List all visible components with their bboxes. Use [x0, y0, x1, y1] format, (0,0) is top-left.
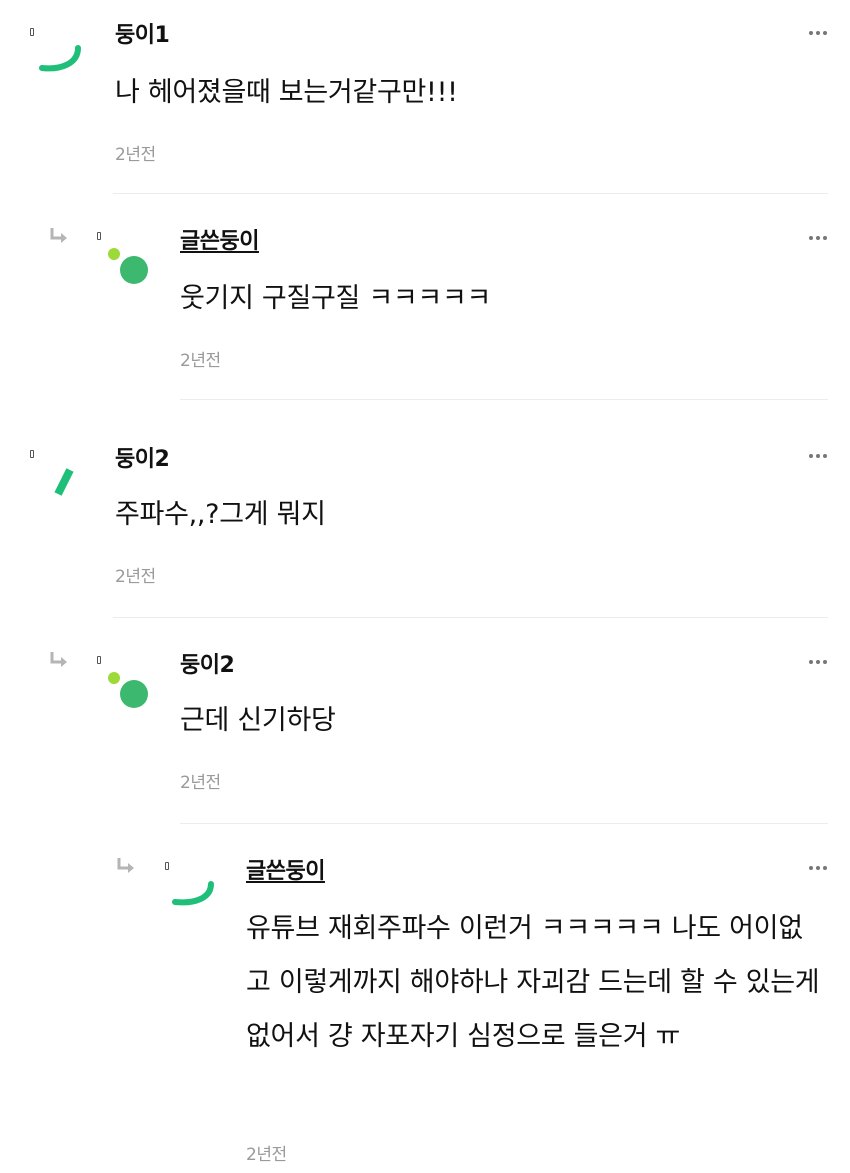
more-options-icon[interactable] [808, 235, 828, 241]
profile-badge-icon [97, 656, 101, 664]
comment-item: 둥이2 주파수,,?그게 뭐지 2년전 [0, 400, 850, 618]
more-options-icon[interactable] [808, 865, 828, 871]
avatar[interactable] [165, 864, 225, 924]
comment-time: 2년전 [115, 145, 156, 165]
reply-item: 글쓴둥이 유튜브 재회주파수 이런거 ㅋㅋㅋㅋㅋ 나도 어이없고 이렇게까지 해… [0, 824, 850, 1173]
avatar[interactable] [100, 240, 160, 300]
more-options-icon[interactable] [808, 30, 828, 36]
more-options-icon[interactable] [808, 659, 828, 665]
comment-text: 나 헤어졌을때 보는거같구만!!! [115, 77, 458, 108]
comment-text: 웃기지 구질구질 ㅋㅋㅋㅋㅋ [180, 283, 492, 314]
comment-text: 주파수,,?그게 뭐지 [115, 499, 326, 530]
more-options-icon[interactable] [808, 453, 828, 459]
avatar[interactable] [30, 452, 90, 512]
reply-arrow-icon [50, 228, 67, 243]
comment-author[interactable]: 글쓴둥이 [246, 858, 325, 886]
comment-author[interactable]: 둥이2 [180, 652, 235, 680]
comment-author[interactable]: 글쓴둥이 [180, 228, 259, 256]
comment-time: 2년전 [180, 773, 221, 793]
comment-author[interactable]: 둥이1 [115, 22, 170, 50]
comment-time: 2년전 [115, 567, 156, 587]
comment-time: 2년전 [246, 1145, 287, 1165]
comment-time: 2년전 [180, 351, 221, 371]
comment-text: 근데 신기하당 [180, 705, 336, 736]
avatar[interactable] [100, 664, 160, 724]
profile-badge-icon [97, 232, 101, 240]
reply-item: 둥이2 근데 신기하당 2년전 [0, 618, 850, 824]
comment-text: 유튜브 재회주파수 이런거 ㅋㅋㅋㅋㅋ 나도 어이없고 이렇게까지 해야하나 자… [246, 913, 820, 1052]
comment-item: 둥이1 나 헤어졌을때 보는거같구만!!! 2년전 [0, 0, 850, 194]
reply-arrow-icon [117, 858, 134, 873]
comment-author[interactable]: 둥이2 [115, 446, 170, 474]
reply-arrow-icon [50, 652, 67, 667]
reply-item: 글쓴둥이 웃기지 구질구질 ㅋㅋㅋㅋㅋ 2년전 [0, 194, 850, 400]
avatar[interactable] [30, 28, 90, 88]
